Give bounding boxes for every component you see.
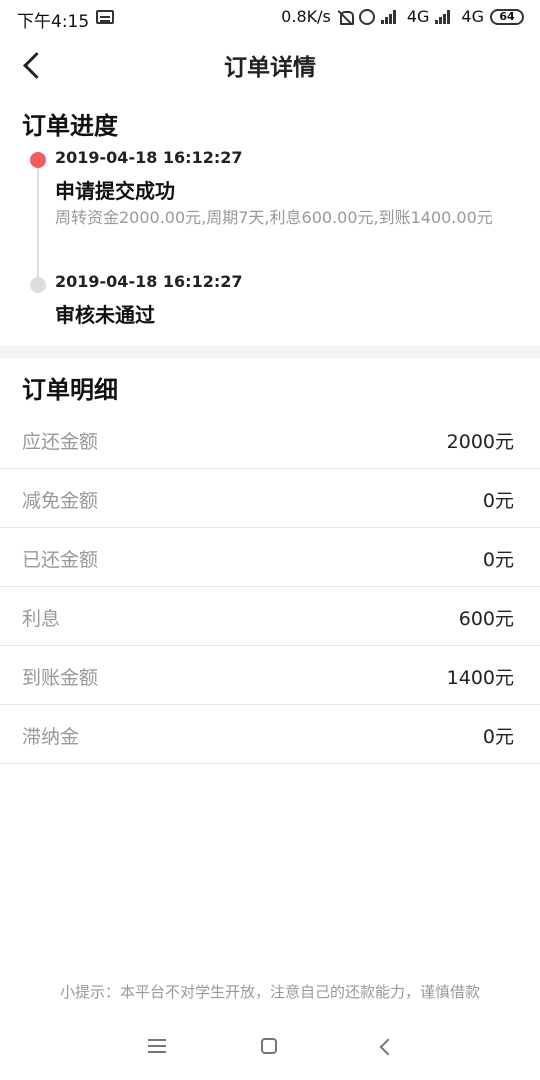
timeline-line bbox=[37, 168, 39, 280]
detail-row-repaid: 已还金额 0元 bbox=[0, 528, 540, 587]
row-value: 0元 bbox=[482, 726, 514, 748]
detail-row-received: 到账金额 1400元 bbox=[0, 646, 540, 705]
network-type-1: 4G bbox=[406, 7, 430, 26]
menu-icon[interactable] bbox=[148, 1039, 166, 1053]
detail-row-waived: 减免金额 0元 bbox=[0, 469, 540, 528]
signal-icon bbox=[380, 9, 401, 24]
step-description: 周转资金2000.00元,周期7天,利息600.00元,到账1400.00元 bbox=[55, 208, 493, 227]
nav-back-icon[interactable] bbox=[378, 1038, 394, 1054]
detail-row-amount-due: 应还金额 2000元 bbox=[0, 410, 540, 469]
timeline-dot-active bbox=[30, 152, 46, 168]
signal-icon-2 bbox=[435, 9, 455, 24]
status-indicators: 0.8K/s 4G 4G 64 bbox=[281, 7, 524, 26]
row-label: 利息 bbox=[22, 608, 61, 630]
detail-section-title: 订单明细 bbox=[22, 376, 118, 404]
row-value: 600元 bbox=[458, 608, 514, 630]
row-label: 减免金额 bbox=[22, 490, 99, 512]
section-divider bbox=[0, 346, 540, 358]
page-title: 订单详情 bbox=[224, 55, 316, 81]
app-header: 订单详情 bbox=[0, 36, 540, 92]
home-icon[interactable] bbox=[261, 1038, 277, 1054]
row-label: 到账金额 bbox=[22, 667, 99, 689]
tip-text: 小提示：本平台不对学生开放，注意自己的还款能力，谨慎借款 bbox=[59, 983, 480, 1001]
battery-icon: 64 bbox=[490, 8, 524, 25]
network-type-2: 4G bbox=[461, 7, 484, 26]
row-value: 0元 bbox=[482, 490, 514, 512]
step-time: 2019-04-18 16:12:27 bbox=[55, 148, 243, 167]
timeline-dot-inactive bbox=[30, 277, 46, 293]
row-label: 已还金额 bbox=[22, 549, 99, 571]
row-value: 2000元 bbox=[446, 431, 514, 453]
message-icon bbox=[96, 10, 114, 24]
row-label: 应还金额 bbox=[22, 431, 99, 453]
step-status: 申请提交成功 bbox=[55, 179, 175, 203]
row-label: 滞纳金 bbox=[22, 726, 80, 748]
detail-list: 应还金额 2000元 减免金额 0元 已还金额 0元 利息 600元 到账金额 … bbox=[0, 410, 540, 764]
row-value: 1400元 bbox=[446, 667, 514, 689]
status-time: 下午4:15 bbox=[17, 12, 90, 32]
step-status: 审核未通过 bbox=[55, 303, 155, 327]
mute-icon bbox=[337, 9, 354, 25]
status-bar: 下午4:15 0.8K/s 4G 4G 64 bbox=[0, 0, 540, 36]
progress-section-title: 订单进度 bbox=[22, 112, 118, 140]
row-value: 0元 bbox=[482, 549, 514, 571]
detail-row-interest: 利息 600元 bbox=[0, 587, 540, 646]
detail-row-late-fee: 滞纳金 0元 bbox=[0, 705, 540, 764]
step-time: 2019-04-18 16:12:27 bbox=[55, 272, 243, 291]
alarm-icon bbox=[358, 8, 375, 25]
system-nav-bar bbox=[0, 1024, 540, 1074]
network-speed: 0.8K/s bbox=[281, 7, 331, 26]
